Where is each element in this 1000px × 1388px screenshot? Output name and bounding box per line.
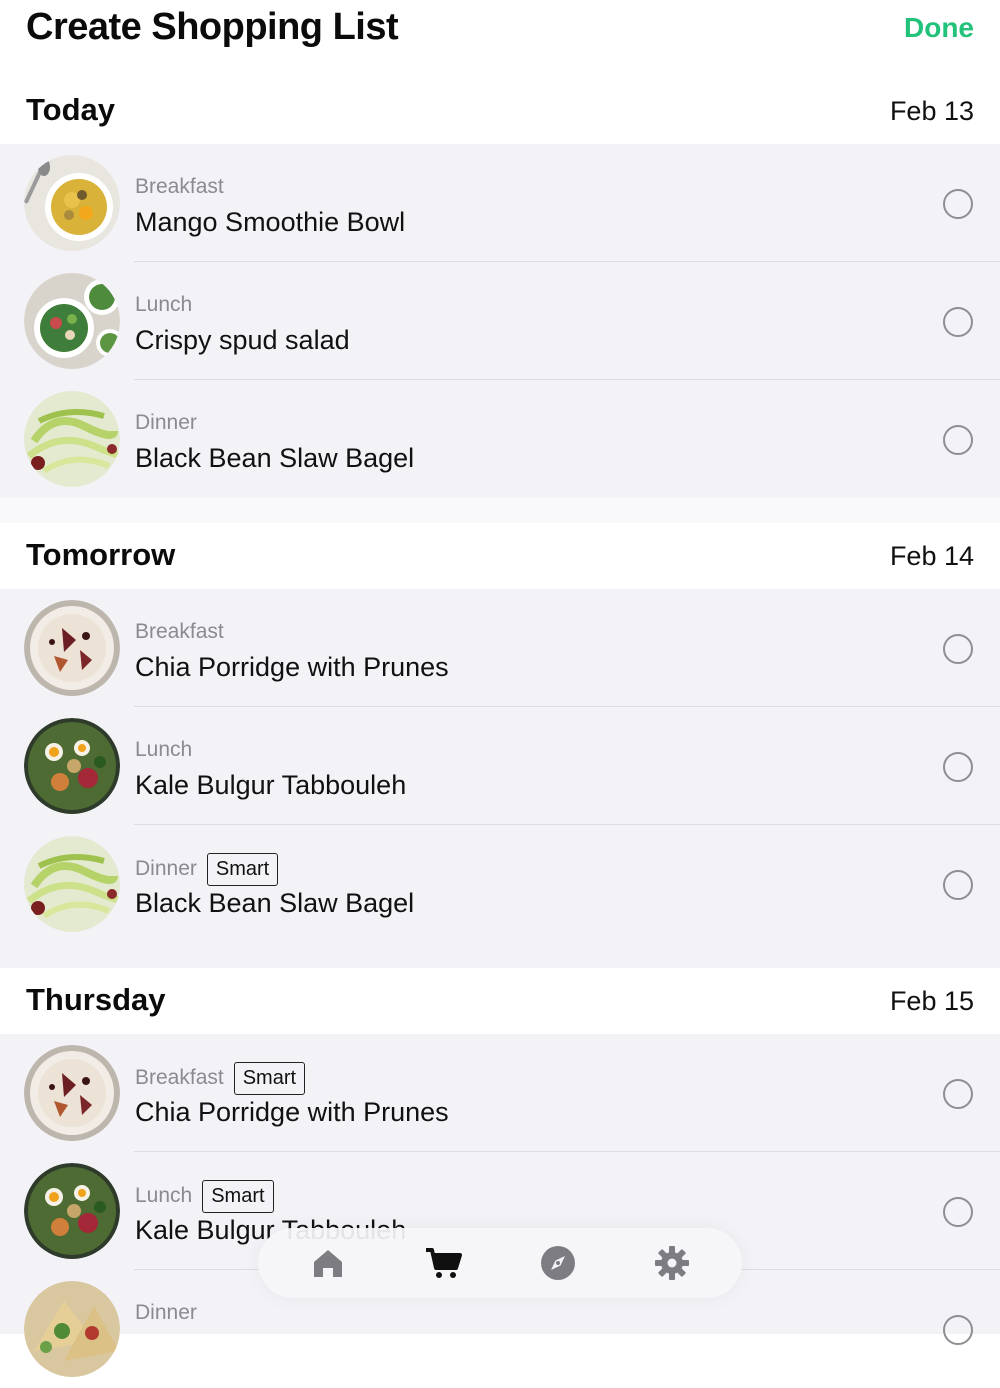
- compass-icon: [541, 1246, 575, 1280]
- tab-home[interactable]: [307, 1242, 349, 1284]
- meal-type: Dinner: [135, 1301, 197, 1324]
- smart-badge: Smart: [233, 1062, 306, 1095]
- cart-icon: [426, 1248, 462, 1278]
- select-radio[interactable]: [943, 1079, 973, 1109]
- select-radio[interactable]: [943, 307, 973, 337]
- tab-explore[interactable]: [537, 1242, 579, 1284]
- meal-type: Lunch: [135, 1184, 193, 1208]
- meal-row[interactable]: Dinner Black Bean Slaw Bagel: [0, 380, 1000, 498]
- food-thumbnail: [24, 1163, 120, 1259]
- select-radio[interactable]: [943, 189, 973, 219]
- meal-row[interactable]: Breakfast Smart Chia Porridge with Prunes: [0, 1034, 1000, 1152]
- meal-type: Lunch: [135, 738, 193, 761]
- food-thumbnail: [24, 273, 120, 369]
- dish-name: Chia Porridge with Prunes: [135, 1097, 449, 1127]
- dish-name: Black Bean Slaw Bagel: [135, 888, 415, 918]
- dish-name: Crispy spud salad: [135, 325, 350, 355]
- section-header-tomorrow: Tomorrow Feb 14: [0, 523, 1000, 589]
- meal-row[interactable]: Breakfast Mango Smoothie Bowl: [0, 144, 1000, 262]
- tab-settings[interactable]: [651, 1242, 693, 1284]
- select-radio[interactable]: [943, 752, 973, 782]
- food-thumbnail: [24, 391, 120, 487]
- food-thumbnail: [24, 718, 120, 814]
- select-radio[interactable]: [943, 1197, 973, 1227]
- select-radio[interactable]: [943, 634, 973, 664]
- section-header-thursday: Thursday Feb 15: [0, 968, 1000, 1034]
- done-button[interactable]: Done: [904, 12, 974, 44]
- food-thumbnail: [24, 836, 120, 932]
- meal-type: Breakfast: [135, 1066, 224, 1090]
- meal-row[interactable]: Lunch Crispy spud salad: [0, 262, 1000, 380]
- dish-name: Kale Bulgur Tabbouleh: [135, 770, 407, 800]
- dish-name: Chia Porridge with Prunes: [135, 652, 449, 682]
- meal-row[interactable]: Dinner Smart Black Bean Slaw Bagel: [0, 825, 1000, 943]
- smart-badge: Smart: [202, 1180, 274, 1213]
- food-thumbnail: [24, 1045, 120, 1141]
- smart-badge: Smart: [206, 853, 279, 886]
- dish-name: Mango Smoothie Bowl: [135, 207, 406, 237]
- dish-name: Black Bean Slaw Bagel: [135, 443, 415, 473]
- tab-bar: [258, 1228, 742, 1298]
- section-day: Tomorrow: [26, 537, 176, 572]
- section-date: Feb 14: [889, 541, 974, 571]
- meal-list-tomorrow: Breakfast Chia Porridge with Prunes Lunc…: [0, 589, 1000, 969]
- meal-type: Dinner: [135, 411, 197, 434]
- food-thumbnail: [24, 155, 120, 251]
- section-day: Today: [26, 92, 115, 127]
- select-radio[interactable]: [943, 425, 973, 455]
- meal-type: Lunch: [135, 293, 193, 316]
- meal-row[interactable]: Breakfast Chia Porridge with Prunes: [0, 589, 1000, 707]
- section-gap: [0, 498, 1000, 523]
- food-thumbnail: [24, 1281, 120, 1377]
- food-thumbnail: [24, 600, 120, 696]
- nav-bar: Create Shopping List Done: [0, 0, 1000, 62]
- section-header-today: Today Feb 13: [0, 78, 1000, 144]
- page-title: Create Shopping List: [26, 6, 399, 48]
- meal-row[interactable]: Lunch Kale Bulgur Tabbouleh: [0, 707, 1000, 825]
- meal-list-today: Breakfast Mango Smoothie Bowl Lunch Cris…: [0, 144, 1000, 498]
- meal-type: Breakfast: [135, 620, 224, 643]
- select-radio[interactable]: [943, 870, 973, 900]
- section-date: Feb 13: [889, 96, 974, 126]
- gear-icon: [655, 1246, 689, 1280]
- section-date: Feb 15: [889, 986, 974, 1016]
- tab-shopping-list[interactable]: [422, 1242, 464, 1284]
- home-icon: [314, 1250, 342, 1277]
- meal-type: Dinner: [135, 857, 197, 881]
- section-day: Thursday: [26, 982, 166, 1017]
- select-radio[interactable]: [943, 1315, 973, 1345]
- meal-type: Breakfast: [135, 175, 224, 198]
